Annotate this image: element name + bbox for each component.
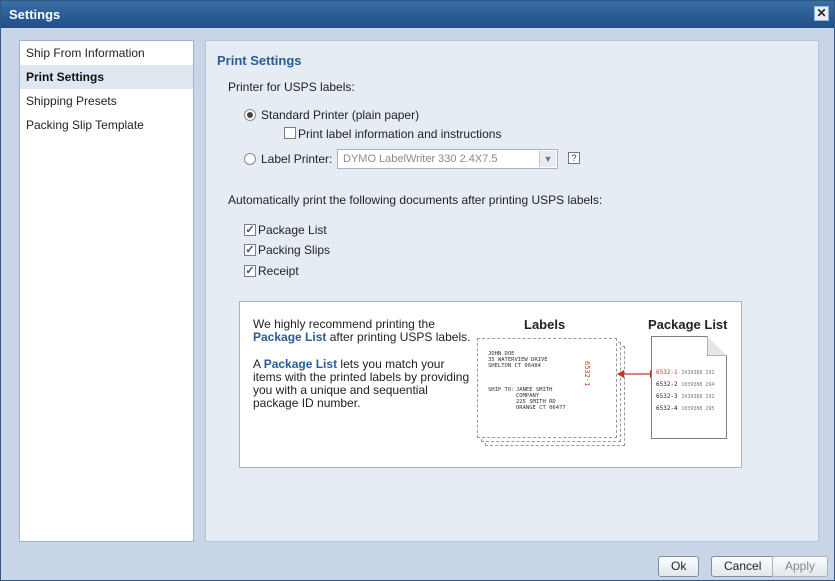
chevron-down-icon[interactable]: ▼ xyxy=(539,151,556,167)
label-recipient: JANEE SMITH COMPANY 225 SMITH RD ORANGE … xyxy=(516,387,566,411)
info-line-4: package ID number. xyxy=(253,396,361,410)
list-row: 6532-3 1039388 192 xyxy=(656,393,714,400)
package-list-label[interactable]: Package List xyxy=(258,223,327,237)
standard-printer-label[interactable]: Standard Printer (plain paper) xyxy=(261,108,419,122)
print-label-info-checkbox[interactable] xyxy=(284,127,296,139)
list-row-id: 6532-2 xyxy=(656,381,678,388)
list-row-extra: 1039388 192 xyxy=(681,394,715,400)
help-icon[interactable]: ? xyxy=(568,152,580,164)
window-title: Settings xyxy=(9,7,61,22)
ok-button[interactable]: Ok xyxy=(658,556,700,577)
recommend-line-2: Package List after printing USPS labels. xyxy=(253,331,470,344)
receipt-checkbox[interactable]: ✓ xyxy=(244,265,256,277)
list-row-id: 6532-1 xyxy=(656,369,678,376)
list-row: 6532-4 1039388 295 xyxy=(656,405,714,412)
sidebar-item-shipping-presets[interactable]: Shipping Presets xyxy=(20,89,193,113)
section-title: Print Settings xyxy=(217,53,302,68)
standard-printer-radio[interactable] xyxy=(244,109,256,121)
packing-slips-label[interactable]: Packing Slips xyxy=(258,243,330,257)
label-illustration: JOHN DOE 35 WATERVIEW DRIVE SHELTON CT 0… xyxy=(477,338,617,438)
list-row-id: 6532-4 xyxy=(656,405,678,412)
package-list-link[interactable]: Package List xyxy=(253,330,326,344)
sidebar-item-packing-slip-template[interactable]: Packing Slip Template xyxy=(20,113,193,137)
auto-print-heading: Automatically print the following docume… xyxy=(228,193,603,207)
printer-heading: Printer for USPS labels: xyxy=(228,80,355,94)
label-package-id: 6532-1 xyxy=(583,361,591,387)
package-list-document: 6532-1 1039388 192 6532-2 1039388 294 65… xyxy=(651,336,727,439)
info-line-1-rest: lets you match your xyxy=(337,357,445,371)
label-ship-to: SHIP TO: xyxy=(488,387,515,393)
info-prefix: A xyxy=(253,357,264,371)
package-list-checkbox[interactable]: ✓ xyxy=(244,224,256,236)
print-label-info-label[interactable]: Print label information and instructions xyxy=(298,127,501,141)
list-row: 6532-2 1039388 294 xyxy=(656,381,714,388)
print-settings-panel: Print Settings Printer for USPS labels: … xyxy=(205,40,819,542)
list-row-extra: 1039388 294 xyxy=(681,382,715,388)
label-printer-label[interactable]: Label Printer: xyxy=(261,152,332,166)
close-button[interactable]: ✕ xyxy=(814,6,829,21)
label-printer-radio[interactable] xyxy=(244,153,256,165)
list-row-extra: 1039388 192 xyxy=(681,370,715,376)
settings-sidebar: Ship From Information Print Settings Shi… xyxy=(19,40,194,542)
sidebar-item-print-settings[interactable]: Print Settings xyxy=(20,65,193,89)
sidebar-item-ship-from[interactable]: Ship From Information xyxy=(20,41,193,65)
package-list-heading: Package List xyxy=(648,317,728,332)
list-row-extra: 1039388 295 xyxy=(681,406,715,412)
recommend-line-2-rest: after printing USPS labels. xyxy=(326,330,471,344)
packing-slips-checkbox[interactable]: ✓ xyxy=(244,244,256,256)
label-sender: JOHN DOE 35 WATERVIEW DRIVE SHELTON CT 0… xyxy=(488,351,548,369)
page-fold-icon xyxy=(707,336,727,356)
close-icon[interactable]: ✕ xyxy=(816,6,826,20)
cancel-button[interactable]: Cancel xyxy=(711,556,775,577)
list-row-id: 6532-3 xyxy=(656,393,678,400)
labels-heading: Labels xyxy=(524,317,566,332)
receipt-label[interactable]: Receipt xyxy=(258,264,299,278)
label-printer-select-value: DYMO LabelWriter 330 2.4X7.5 xyxy=(343,153,498,165)
title-bar[interactable]: Settings ✕ xyxy=(1,1,834,28)
package-list-recommendation: We highly recommend printing the Package… xyxy=(239,301,742,468)
package-list-link-2[interactable]: Package List xyxy=(264,357,337,371)
list-row: 6532-1 1039388 192 xyxy=(656,369,714,376)
apply-button[interactable]: Apply xyxy=(772,556,829,577)
settings-dialog: Settings ✕ Ship From Information Print S… xyxy=(0,0,835,581)
label-printer-select[interactable]: DYMO LabelWriter 330 2.4X7.5 ▼ xyxy=(337,149,558,169)
